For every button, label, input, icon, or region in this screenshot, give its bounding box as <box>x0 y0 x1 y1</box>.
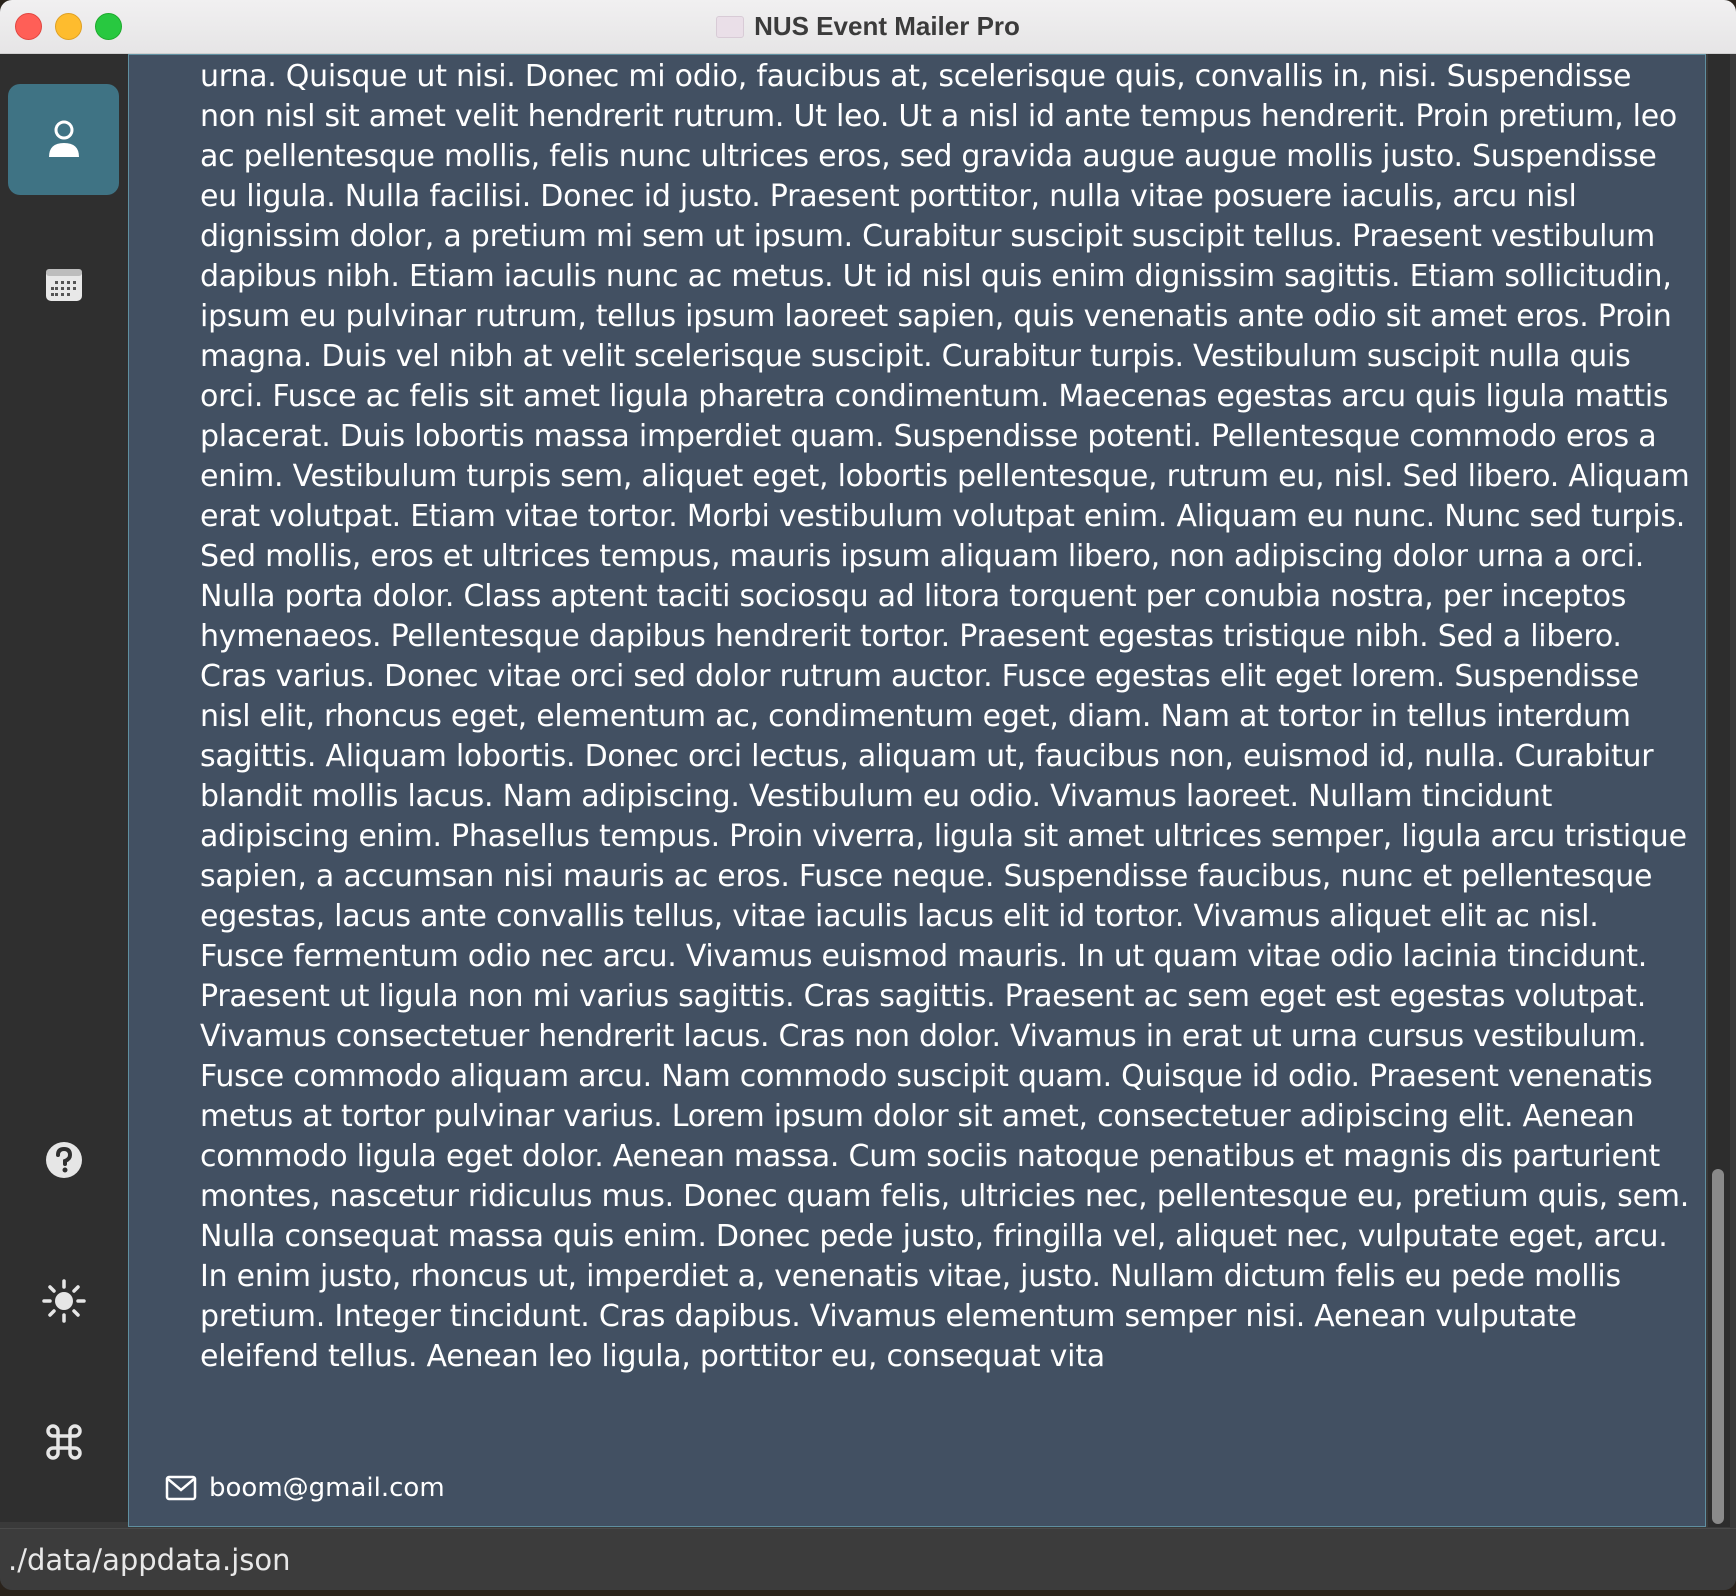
sidebar-item-person[interactable] <box>8 84 119 195</box>
detail-panel: urna. Quisque ut nisi. Donec mi odio, fa… <box>128 54 1706 1527</box>
sidebar <box>0 54 128 1522</box>
title-bar: NUS Event Mailer Pro <box>0 0 1736 54</box>
app-icon <box>716 15 745 38</box>
sidebar-item-help[interactable] <box>8 1104 119 1215</box>
email-row: boom@gmail.com <box>165 1468 445 1508</box>
calendar-icon <box>45 268 82 301</box>
vertical-scrollbar[interactable] <box>1708 54 1730 1527</box>
scrollbar-thumb[interactable] <box>1712 1169 1724 1524</box>
sidebar-item-commands[interactable] <box>8 1386 119 1497</box>
app-window: NUS Event Mailer Pro urna. Quisque ut ni… <box>0 0 1736 1590</box>
description-text: urna. Quisque ut nisi. Donec mi odio, fa… <box>200 59 1690 1374</box>
sun-icon <box>41 1278 86 1323</box>
window-title-group: NUS Event Mailer Pro <box>0 0 1736 53</box>
sidebar-item-calendar[interactable] <box>8 228 119 339</box>
status-bar: ./data/appdata.json <box>0 1528 1736 1590</box>
email-address: boom@gmail.com <box>209 1473 445 1503</box>
sidebar-item-theme[interactable] <box>8 1245 119 1356</box>
window-title: NUS Event Mailer Pro <box>754 11 1020 41</box>
data-file-path: ./data/appdata.json <box>8 1543 291 1577</box>
person-icon <box>48 120 79 157</box>
mail-icon <box>165 1475 197 1501</box>
command-icon <box>45 1423 82 1460</box>
help-icon <box>45 1141 82 1178</box>
